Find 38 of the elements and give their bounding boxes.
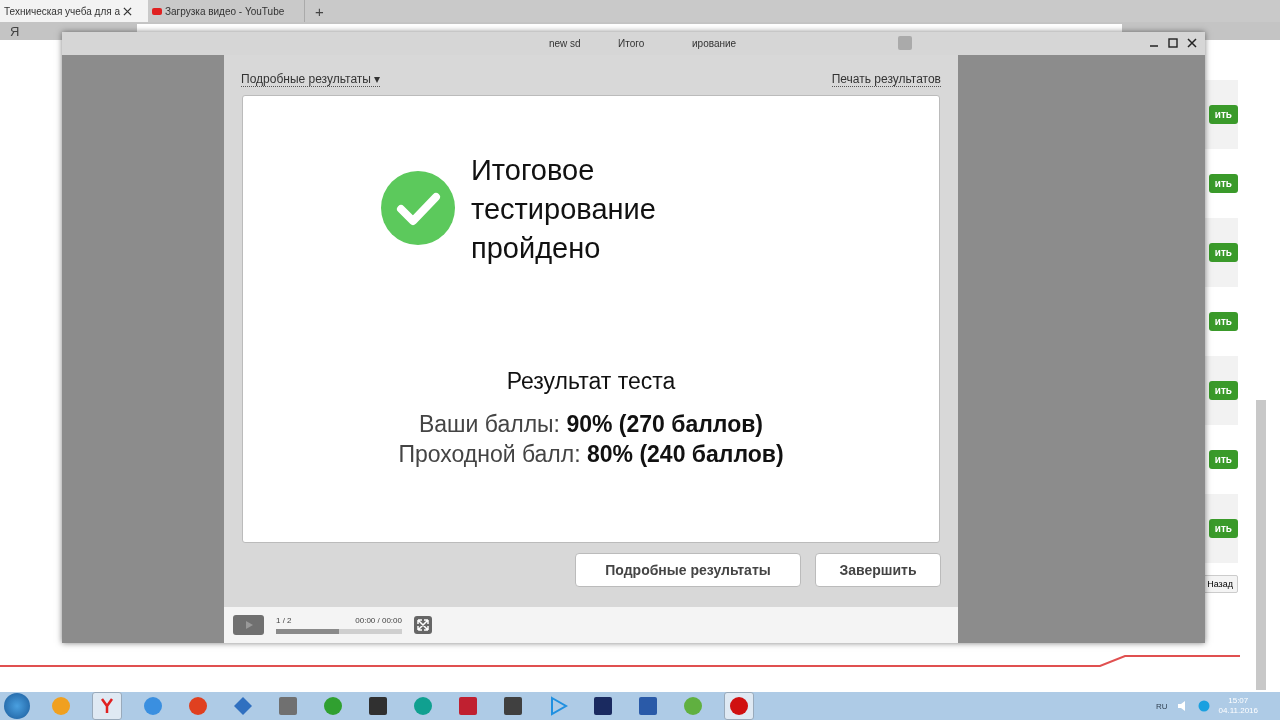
expand-icon: [417, 619, 429, 631]
close-icon[interactable]: [123, 6, 133, 16]
window-title: ирование: [692, 38, 737, 49]
action-button[interactable]: ить: [1208, 312, 1238, 331]
browser-tab[interactable]: Техническая учеба для а: [0, 0, 148, 22]
section-title: Результат теста: [506, 368, 676, 395]
progress-bar[interactable]: [276, 629, 402, 634]
action-button[interactable]: ить: [1208, 450, 1238, 469]
action-button[interactable]: ить: [1208, 381, 1238, 400]
action-button[interactable]: ить: [1208, 105, 1238, 124]
window-title: new sd: [549, 38, 581, 49]
play-icon: [243, 620, 254, 630]
language-indicator[interactable]: RU: [1156, 701, 1168, 711]
window-title: Итого: [618, 38, 645, 49]
fullscreen-button[interactable]: [414, 616, 432, 634]
app-icon[interactable]: [92, 692, 122, 720]
action-button[interactable]: ить: [1208, 174, 1238, 193]
skype-icon[interactable]: [1197, 700, 1210, 712]
close-icon[interactable]: [1187, 38, 1197, 48]
details-button[interactable]: Подробные результаты: [575, 553, 801, 587]
app-icon[interactable]: [724, 692, 754, 720]
details-dropdown[interactable]: Подробные результаты ▾: [241, 71, 381, 87]
video-icon: [152, 7, 162, 15]
action-button[interactable]: ить: [1208, 243, 1238, 262]
play-button[interactable]: [233, 615, 264, 635]
maximize-icon[interactable]: [1168, 38, 1178, 48]
browser-tab[interactable]: Загрузка видео - YouTube: [148, 0, 296, 22]
scrollbar[interactable]: [1256, 400, 1266, 690]
slide-counter: 1 / 2: [276, 616, 292, 625]
result-heading: Итоговое тестирование пройдено: [471, 153, 657, 266]
score-line: Проходной балл: 80% (240 баллов): [397, 440, 785, 469]
start-button[interactable]: [4, 693, 30, 719]
action-button[interactable]: ить: [1208, 519, 1238, 538]
time-display: 00:00 / 00:00: [355, 616, 402, 625]
print-link[interactable]: Печать результатов: [831, 71, 941, 87]
yandex-button[interactable]: Я: [10, 23, 20, 39]
score-line: Ваши баллы: 90% (270 баллов): [417, 410, 764, 439]
finish-button[interactable]: Завершить: [815, 553, 941, 587]
